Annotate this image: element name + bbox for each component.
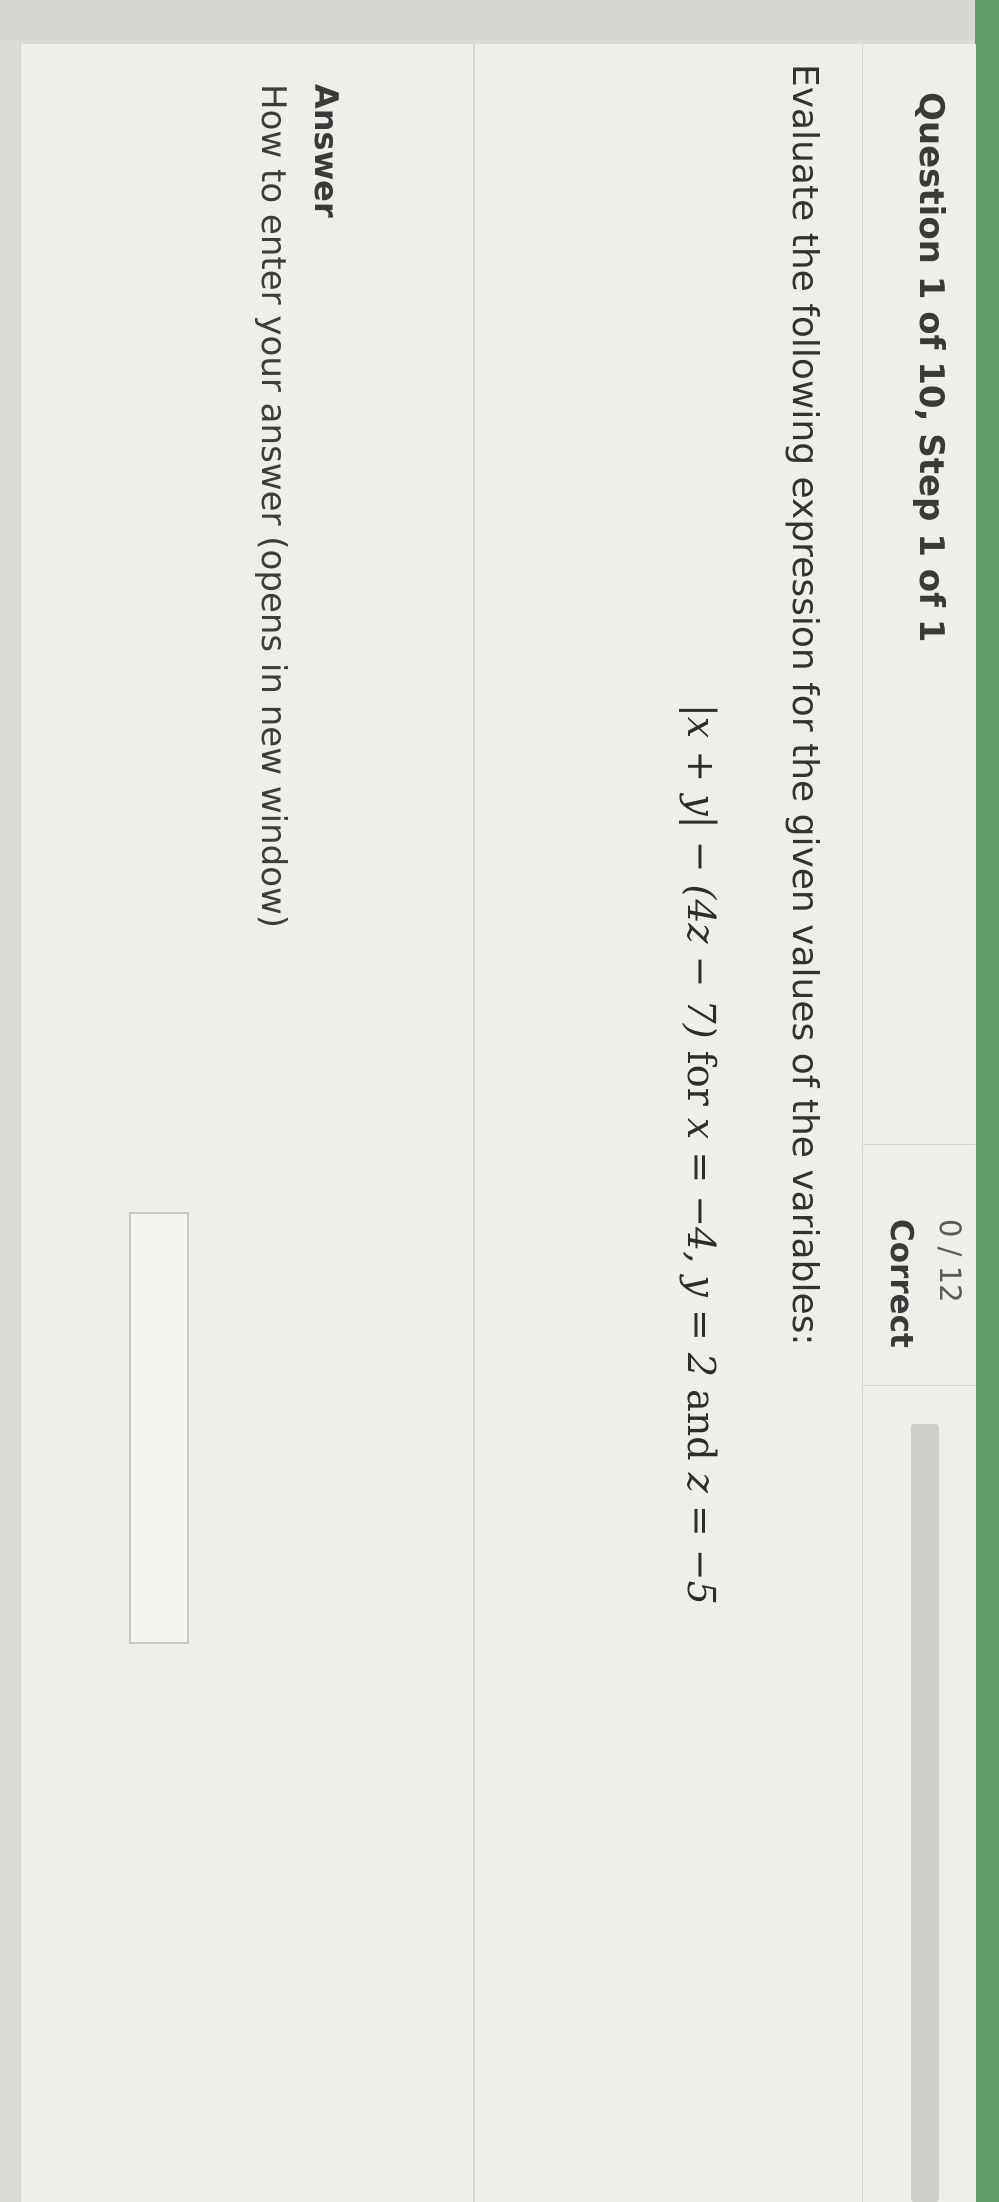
- score-label: Correct: [883, 1219, 919, 1348]
- answer-label: Answer: [307, 84, 345, 218]
- how-to-enter-answer-link[interactable]: How to enter your answer (opens in new w…: [253, 84, 293, 928]
- math-expression: |x + y| − (4z − 7) for x = −4, y = 2 and…: [679, 704, 723, 1605]
- section-divider: [473, 44, 475, 2202]
- expression-and-word: and: [679, 1389, 723, 1461]
- question-title: Question 1 of 10, Step 1 of 1: [911, 92, 951, 643]
- score-value: 0 / 12: [933, 1219, 967, 1303]
- expression-for-word: for: [679, 1050, 723, 1106]
- score-block: 0 / 12 Correct: [863, 1144, 975, 1386]
- expression-main: |x + y| − (4z − 7): [679, 704, 723, 1039]
- accent-edge-bar: [975, 0, 999, 2202]
- answer-input[interactable]: [129, 1212, 189, 1644]
- expression-values: x = −4, y = 2: [679, 1117, 723, 1378]
- rotated-content: Question 1 of 10, Step 1 of 1 0 / 12 Cor…: [20, 44, 975, 2202]
- question-prompt: Evaluate the following expression for th…: [784, 64, 825, 1346]
- top-band: [0, 0, 975, 40]
- expression-z-value: z = −5: [679, 1472, 723, 1605]
- question-header: Question 1 of 10, Step 1 of 1 0 / 12 Cor…: [862, 44, 975, 2202]
- progress-bar: [911, 1424, 939, 2202]
